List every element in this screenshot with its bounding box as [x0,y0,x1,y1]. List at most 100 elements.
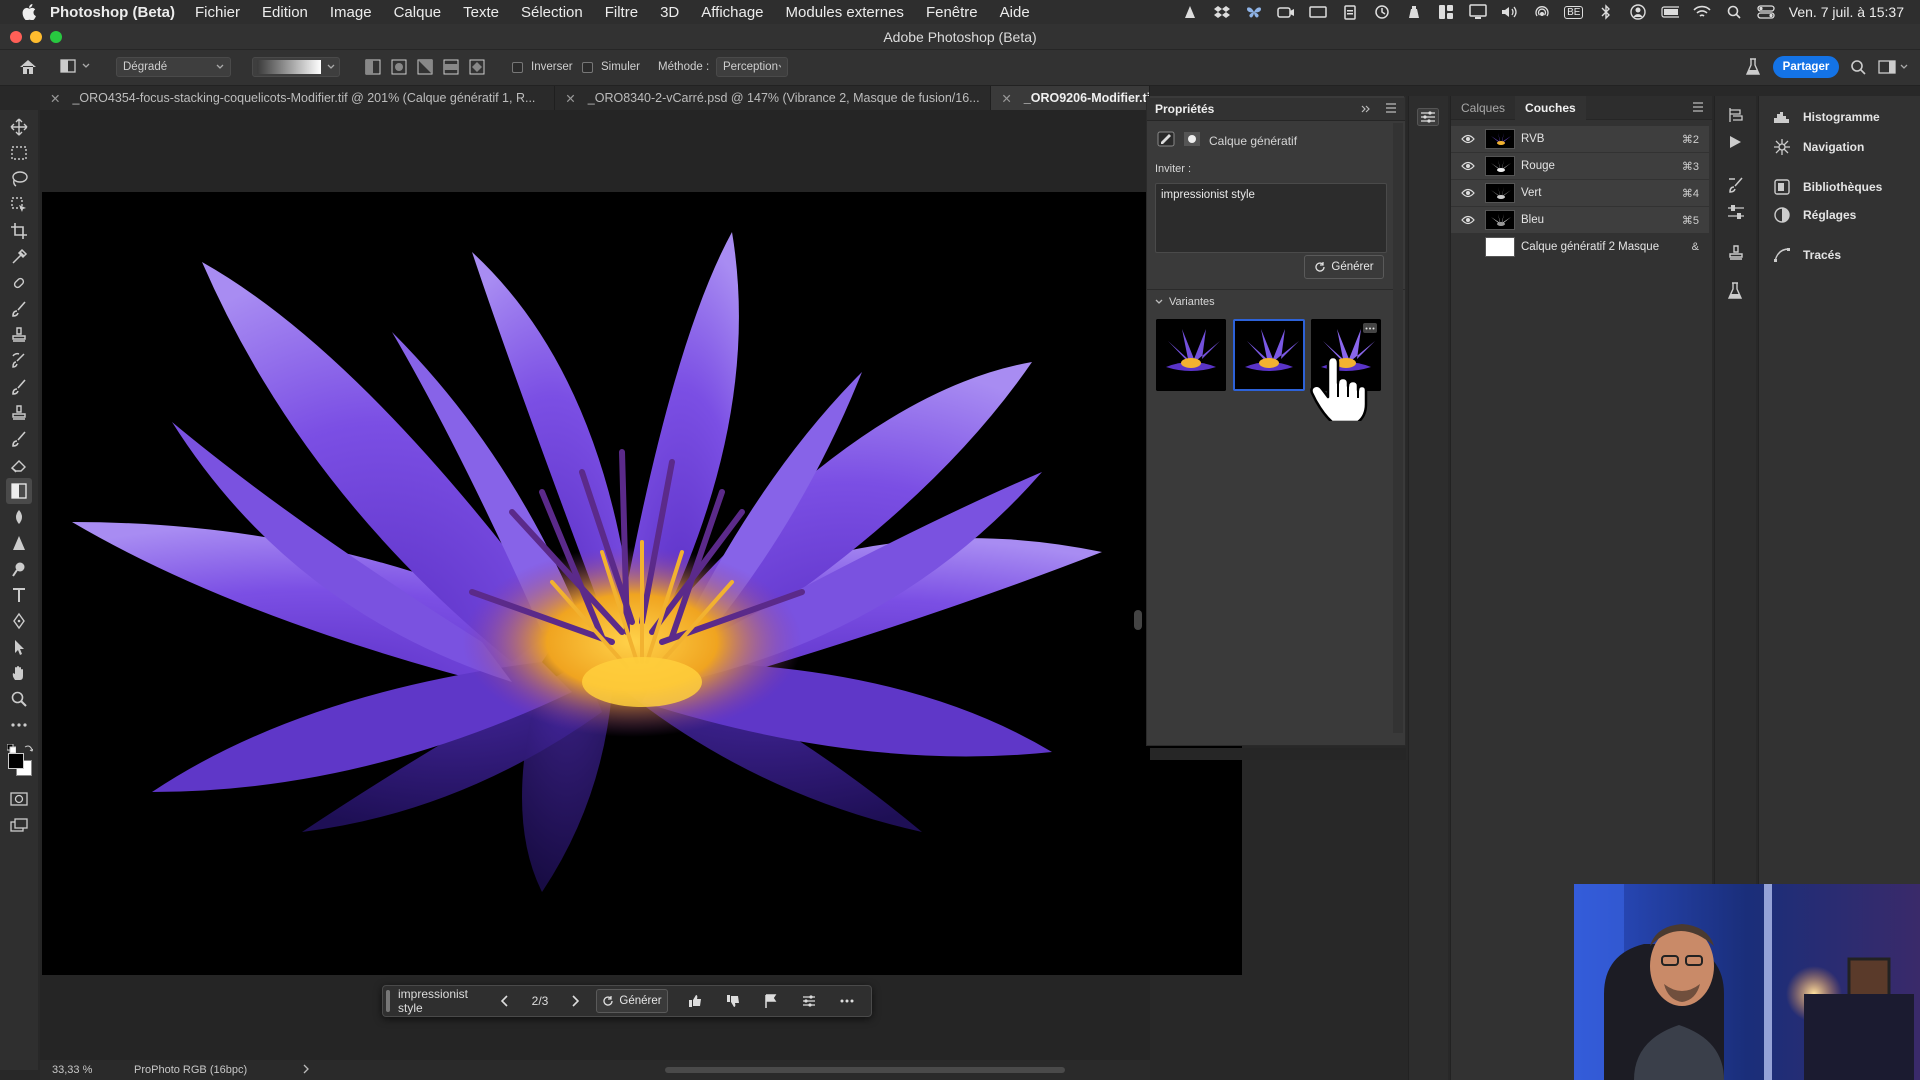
more-tools-icon[interactable] [6,712,32,738]
settings-sliders-icon[interactable] [790,986,828,1016]
flask-icon[interactable] [1727,282,1743,303]
pen-tool-icon[interactable] [6,608,32,634]
crop-tool-icon[interactable] [6,218,32,244]
menu-affichage[interactable]: Affichage [701,4,763,21]
generate-button-ctx[interactable]: Générer [596,989,668,1013]
vlc-icon[interactable] [1181,4,1199,20]
eraser-tool-icon[interactable] [6,452,32,478]
foreground-color-swatch[interactable] [8,753,24,769]
more-options-icon[interactable] [828,986,866,1016]
panel-menu-icon[interactable] [1385,102,1397,116]
channel-row-rouge[interactable]: Rouge ⌘3 [1451,153,1709,179]
tool-preset-picker[interactable] [60,58,90,74]
prompt-field[interactable]: impressionist style [390,986,490,1016]
prompt-textarea[interactable]: impressionist style [1155,183,1387,253]
panel-histogramme[interactable]: Histogramme [1773,110,1880,124]
brush-tool-icon[interactable] [6,296,32,322]
visibility-eye-icon[interactable] [1461,188,1475,198]
channel-row-vert[interactable]: Vert ⌘4 [1451,180,1709,206]
volume-icon[interactable] [1501,4,1519,20]
menu-filtre[interactable]: Filtre [605,4,638,21]
zoom-window-button[interactable] [50,31,62,43]
adjust-sliders-icon[interactable] [1727,204,1745,223]
eyedropper-tool-icon[interactable] [6,244,32,270]
adjustments-sliders-icon[interactable] [1417,108,1439,129]
input-source-badge[interactable]: BE [1564,4,1584,20]
properties-scrollbar[interactable] [1393,123,1403,733]
app-menu[interactable]: Photoshop (Beta) [50,4,175,21]
display-icon[interactable] [1469,4,1487,20]
zoom-tool-icon[interactable] [6,686,32,712]
brush-settings-icon[interactable] [1727,176,1745,197]
apple-icon[interactable] [20,3,38,21]
menu-texte[interactable]: Texte [463,4,499,21]
blur-tool-icon[interactable] [6,504,32,530]
menu-image[interactable]: Image [330,4,372,21]
history-brush-tool-icon[interactable] [6,348,32,374]
flag-icon[interactable] [752,986,790,1016]
simulate-checkbox[interactable] [582,61,593,73]
path-selection-tool-icon[interactable] [6,634,32,660]
channel-row-rvb[interactable]: RVB ⌘2 [1451,126,1709,152]
close-tab-icon[interactable]: ✕ [565,91,575,106]
tab-layers[interactable]: Calques [1451,101,1515,115]
hand-tool-icon[interactable] [6,660,32,686]
clone-stamp-tool-icon[interactable] [6,322,32,348]
control-center-icon[interactable] [1757,4,1775,20]
thumbs-up-icon[interactable] [676,986,714,1016]
menu-fenetre[interactable]: Fenêtre [926,4,978,21]
object-selection-tool-icon[interactable] [6,192,32,218]
visibility-toggle-empty[interactable] [1461,242,1475,252]
type-tool-icon[interactable] [6,582,32,608]
reflected-gradient-icon[interactable] [443,59,459,78]
radial-gradient-icon[interactable] [391,59,407,78]
airdrop-icon[interactable] [1533,4,1551,20]
bluetooth-icon[interactable] [1597,4,1615,20]
variant-thumbnail-1[interactable] [1156,319,1226,391]
horizontal-scrollbar[interactable] [665,1067,1065,1073]
menu-selection[interactable]: Sélection [521,4,583,21]
menu-aide[interactable]: Aide [1000,4,1030,21]
search-icon[interactable] [1850,59,1866,78]
close-tab-icon[interactable]: ✕ [50,91,60,106]
tab-document-1[interactable]: ✕ _ORO4354-focus-stacking-coquelicots-Mo… [40,86,556,110]
menu-3d[interactable]: 3D [660,4,679,21]
gradient-mode-dropdown[interactable]: Dégradé [116,57,231,77]
generate-button[interactable]: Générer [1304,255,1384,279]
menu-fichier[interactable]: Fichier [195,4,240,21]
collapse-panel-icon[interactable] [1361,102,1371,116]
method-dropdown[interactable]: Perception [716,57,788,77]
spot-healing-tool-icon[interactable] [6,270,32,296]
time-machine-icon[interactable] [1373,4,1391,20]
document-image-water-lily[interactable] [42,192,1242,975]
tab-document-2[interactable]: ✕ _ORO8340-2-vCarré.psd @ 147% (Vibrance… [555,86,992,110]
menu-calque[interactable]: Calque [394,4,442,21]
screen-mode-icon[interactable] [6,812,32,838]
channel-row-mask[interactable]: Calque génératif 2 Masque & [1451,234,1709,260]
share-button[interactable]: Partager [1773,56,1839,78]
swap-colors-icon[interactable] [24,742,34,756]
visibility-eye-icon[interactable] [1461,161,1475,171]
close-window-button[interactable] [10,31,22,43]
dodge-tool-icon[interactable] [6,556,32,582]
art-history-brush-icon[interactable] [6,426,32,452]
linear-gradient-icon[interactable] [365,59,381,78]
minimize-window-button[interactable] [30,31,42,43]
gradient-preview-picker[interactable] [252,57,340,77]
beta-flask-icon[interactable] [1745,58,1761,79]
camera-icon[interactable] [1277,4,1295,20]
panel-bibliotheques[interactable]: Bibliothèques [1773,178,1882,196]
close-tab-icon[interactable]: ✕ [1001,91,1011,106]
zoom-level[interactable]: 33,33 % [52,1064,122,1076]
visibility-eye-icon[interactable] [1461,215,1475,225]
chevron-right-icon[interactable] [303,1064,310,1077]
actions-play-icon[interactable] [1727,134,1743,153]
tab-document-3[interactable]: ✕ _ORO9206-Modifier.tif @ [991,86,1150,110]
move-tool-icon[interactable] [6,114,32,140]
history-panel-icon[interactable] [1727,106,1745,127]
chevron-down-icon[interactable] [1155,299,1163,305]
panel-menu-icon[interactable] [1692,101,1704,115]
sharpen-tool-icon[interactable] [6,530,32,556]
home-icon[interactable] [18,58,38,79]
channel-row-bleu[interactable]: Bleu ⌘5 [1451,207,1709,233]
